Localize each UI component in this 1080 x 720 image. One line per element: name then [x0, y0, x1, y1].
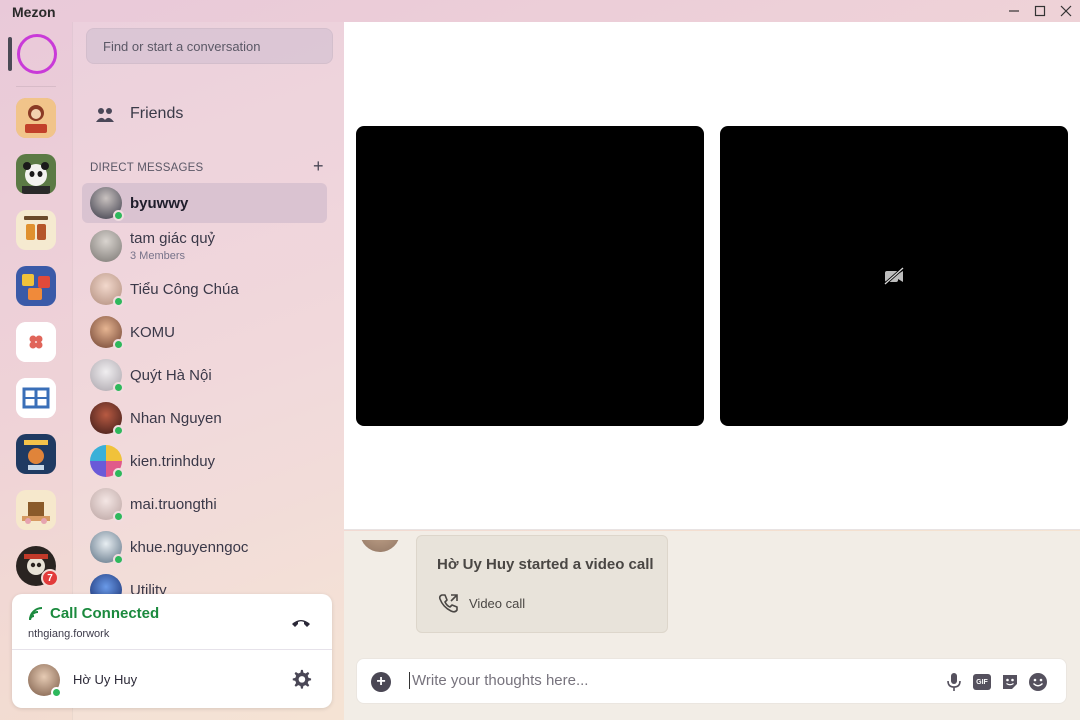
search-input[interactable]: Find or start a conversation — [86, 28, 333, 64]
video-call-title: Hờ Uy Huy started a video call — [437, 556, 654, 573]
dm-name: Tiểu Công Chúa — [130, 280, 239, 298]
dm-item[interactable]: mai.truongthi — [82, 484, 327, 524]
title-bar: Mezon — [0, 0, 1080, 22]
friends-nav[interactable]: Friends — [82, 96, 327, 132]
user-name: Hờ Uy Huy — [73, 672, 138, 687]
avatar — [90, 187, 124, 221]
server-tra-da[interactable] — [16, 210, 56, 250]
microphone-icon[interactable] — [943, 671, 965, 693]
online-indicator — [113, 296, 124, 307]
online-indicator — [113, 511, 124, 522]
avatar — [90, 402, 124, 436]
dm-item[interactable]: Nhan Nguyen — [82, 398, 327, 438]
app-title: Mezon — [12, 4, 56, 20]
sticker-icon[interactable] — [999, 671, 1021, 693]
dm-item[interactable]: Tiểu Công Chúa — [82, 269, 327, 309]
server-coba-icon — [16, 98, 56, 138]
flower-icon — [16, 322, 56, 362]
server-games-icon — [16, 266, 56, 306]
logo-blue-icon — [16, 378, 56, 418]
phone-call-icon — [438, 594, 458, 613]
gif-icon[interactable]: GIF — [971, 671, 993, 693]
avatar — [90, 531, 124, 565]
unread-badge: 7 — [41, 569, 59, 587]
call-status-section: Call Connected nthgiang.forwork — [12, 594, 332, 650]
dm-item[interactable]: KOMU — [82, 312, 327, 352]
dm-name: tam giác quỷ — [130, 230, 216, 247]
avatar — [90, 445, 124, 479]
close-button[interactable] — [1053, 0, 1079, 22]
dm-item[interactable]: byuwwy — [82, 183, 327, 223]
server-freelancer[interactable] — [16, 434, 56, 474]
rail-separator — [16, 86, 56, 87]
video-tile-remote[interactable] — [720, 126, 1068, 426]
dm-name: KOMU — [130, 323, 175, 341]
dm-name: Quýt Hà Nội — [130, 366, 212, 384]
main-content: Hờ Uy Huy started a video call Video cal… — [344, 22, 1080, 720]
minimize-button[interactable] — [1001, 0, 1027, 22]
video-call-message: Hờ Uy Huy started a video call Video cal… — [416, 535, 668, 633]
message-composer: + Write your thoughts here... GIF — [356, 658, 1067, 704]
avatar — [90, 488, 124, 522]
online-indicator — [113, 339, 124, 350]
server-coba[interactable] — [16, 98, 56, 138]
home-button[interactable] — [17, 34, 57, 74]
dm-item[interactable]: Quýt Hà Nội — [82, 355, 327, 395]
call-status: Call Connected — [28, 605, 159, 622]
freelancer-icon — [16, 434, 56, 474]
server-flower[interactable] — [16, 322, 56, 362]
online-indicator — [113, 468, 124, 479]
emoji-icon[interactable] — [1027, 671, 1049, 693]
online-indicator — [113, 210, 124, 221]
dm-item[interactable]: kien.trinhduy — [82, 441, 327, 481]
signal-icon — [29, 606, 43, 620]
avatar — [90, 273, 124, 307]
server-house[interactable] — [16, 490, 56, 530]
friends-icon — [96, 108, 114, 122]
camera-off-icon — [884, 266, 904, 286]
dm-name: mai.truongthi — [130, 495, 217, 513]
server-logo-blue[interactable] — [16, 378, 56, 418]
dm-name: Nhan Nguyen — [130, 409, 222, 427]
settings-gear-icon[interactable] — [290, 668, 312, 690]
friends-label: Friends — [130, 105, 184, 122]
online-indicator — [113, 554, 124, 565]
server-tra-da-icon — [16, 210, 56, 250]
dm-heading: DIRECT MESSAGES — [90, 162, 204, 174]
video-call-action[interactable]: Video call — [437, 592, 525, 614]
voice-status-panel: Call Connected nthgiang.forwork Hờ Uy Hu… — [12, 594, 332, 708]
user-avatar[interactable] — [28, 664, 62, 698]
call-user: nthgiang.forwork — [28, 628, 110, 640]
new-dm-button[interactable]: + — [313, 156, 324, 177]
online-indicator — [51, 687, 62, 698]
avatar — [90, 316, 124, 350]
dm-name: byuwwy — [130, 194, 189, 212]
message-input[interactable]: Write your thoughts here... — [409, 672, 588, 689]
dm-name: kien.trinhduy — [130, 452, 216, 470]
server-panda-icon — [16, 154, 56, 194]
active-indicator — [8, 37, 12, 71]
dm-member-count: 3 Members — [130, 250, 186, 262]
online-indicator — [113, 382, 124, 393]
video-tile-local[interactable] — [356, 126, 704, 426]
dm-item[interactable]: tam giác quỷ 3 Members — [82, 226, 327, 266]
dm-name: khue.nguyenngoc — [130, 538, 249, 556]
group-avatar — [90, 230, 122, 262]
add-attachment-button[interactable]: + — [371, 672, 391, 692]
house-icon — [16, 490, 56, 530]
hang-up-icon[interactable] — [290, 614, 312, 630]
avatar — [90, 359, 124, 393]
online-indicator — [113, 425, 124, 436]
video-call-panel — [344, 22, 1080, 530]
maximize-button[interactable] — [1027, 0, 1053, 22]
server-games[interactable] — [16, 266, 56, 306]
video-call-label: Video call — [469, 595, 526, 611]
call-status-label: Call Connected — [50, 605, 160, 622]
dm-item[interactable]: khue.nguyenngoc — [82, 527, 327, 567]
server-panda[interactable] — [16, 154, 56, 194]
